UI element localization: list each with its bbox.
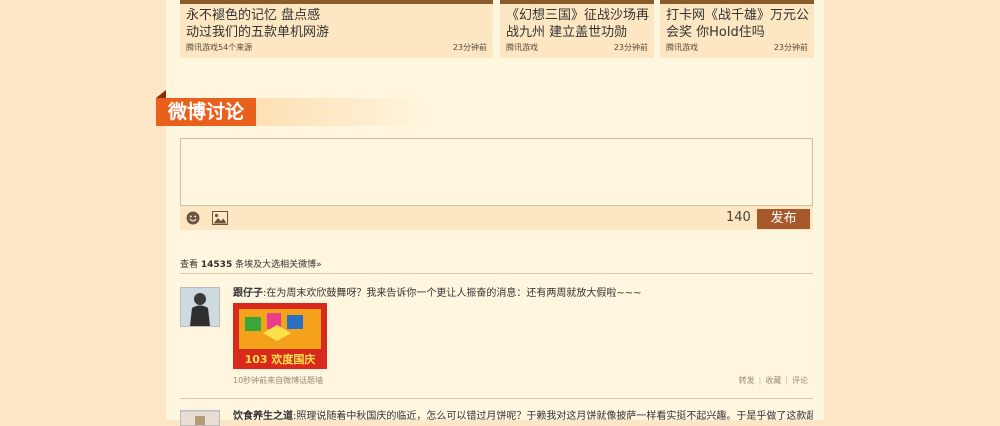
- article-thumbnail: [500, 0, 654, 4]
- article-thumbnail: [180, 0, 493, 4]
- post-actions: 转发 | 收藏 | 评论: [739, 375, 808, 386]
- article-card[interactable]: 打卡网《战千雄》万元公会奖 你Hold住吗 腾讯游戏 23分钟前: [660, 0, 814, 58]
- article-thumbnail: [660, 0, 814, 4]
- summary-count: 14535: [200, 260, 233, 270]
- content-column: 永不褪色的记忆 盘点感动过我们的五款单机网游 腾讯游戏54个来源 23分钟前 《…: [156, 0, 824, 426]
- separator: |: [785, 376, 788, 385]
- post-meta: 10秒钟前来自微博话题墙: [233, 376, 324, 385]
- weibo-post: 跟仔子:在为周末欢欣鼓舞呀？我来告诉你一个更让人振奋的消息：还有两周就放大假啦~…: [180, 287, 813, 392]
- post-text: 跟仔子:在为周末欢欣鼓舞呀？我来告诉你一个更让人振奋的消息：还有两周就放大假啦~…: [233, 288, 642, 299]
- post-image-caption: 103 欢度国庆: [245, 352, 316, 366]
- post-author[interactable]: 饮食养生之道: [233, 411, 293, 422]
- article-title[interactable]: 打卡网《战千雄》万元公会奖 你Hold住吗: [666, 7, 811, 41]
- forward-link[interactable]: 转发: [739, 376, 755, 385]
- avatar[interactable]: [180, 410, 220, 426]
- divider: [180, 398, 813, 399]
- emoji-icon[interactable]: [186, 211, 200, 225]
- char-counter: 140: [726, 210, 751, 225]
- post-author[interactable]: 跟仔子: [233, 288, 263, 299]
- separator: |: [758, 376, 762, 385]
- weibo-summary: 查看 14535 条埃及大选相关微博»: [180, 257, 322, 270]
- post-button[interactable]: 发布: [757, 209, 810, 229]
- post-image[interactable]: 103 欢度国庆: [233, 303, 327, 369]
- divider: [180, 273, 813, 274]
- header-gradient: [256, 98, 436, 126]
- comment-link[interactable]: 评论: [792, 376, 808, 385]
- post-text: 饮食养生之道:照理说随着中秋国庆的临近，怎么可以错过月饼呢？于赖我对这月饼就像披…: [233, 410, 813, 424]
- article-card[interactable]: 《幻想三国》征战沙场再战九州 建立盖世功勋 腾讯游戏 23分钟前: [500, 0, 654, 58]
- article-source: 腾讯游戏: [666, 43, 698, 52]
- summary-prefix: 查看: [180, 260, 199, 270]
- article-card[interactable]: 永不褪色的记忆 盘点感动过我们的五款单机网游 腾讯游戏54个来源 23分钟前: [180, 0, 493, 58]
- weibo-section-header: 微博讨论: [156, 90, 836, 126]
- article-time: 23分钟前: [773, 43, 808, 52]
- article-time: 23分钟前: [613, 43, 648, 52]
- article-title[interactable]: 永不褪色的记忆 盘点感动过我们的五款单机网游: [186, 7, 331, 41]
- article-title[interactable]: 《幻想三国》征战沙场再战九州 建立盖世功勋: [506, 7, 651, 41]
- post-body: 在为周末欢欣鼓舞呀？我来告诉你一个更让人振奋的消息：还有两周就放大假啦~~~: [266, 288, 642, 299]
- section-title: 微博讨论: [156, 98, 256, 126]
- avatar[interactable]: [180, 287, 220, 327]
- post-body: 照理说随着中秋国庆的临近，怎么可以错过月饼呢？于赖我对这月饼就像披萨一样看实挺不…: [296, 411, 813, 422]
- weibo-post: 饮食养生之道:照理说随着中秋国庆的临近，怎么可以错过月饼呢？于赖我对这月饼就像披…: [180, 410, 813, 426]
- weibo-composer: 140 发布: [180, 138, 813, 230]
- article-source: 腾讯游戏: [506, 43, 538, 52]
- article-time: 23分钟前: [452, 43, 487, 52]
- summary-link[interactable]: 条埃及大选相关微博»: [235, 260, 322, 270]
- ribbon-fold: [156, 90, 166, 98]
- article-source: 腾讯游戏54个来源: [186, 43, 253, 52]
- favorite-link[interactable]: 收藏: [765, 376, 781, 385]
- weibo-input[interactable]: [180, 138, 813, 206]
- image-icon[interactable]: [212, 211, 228, 225]
